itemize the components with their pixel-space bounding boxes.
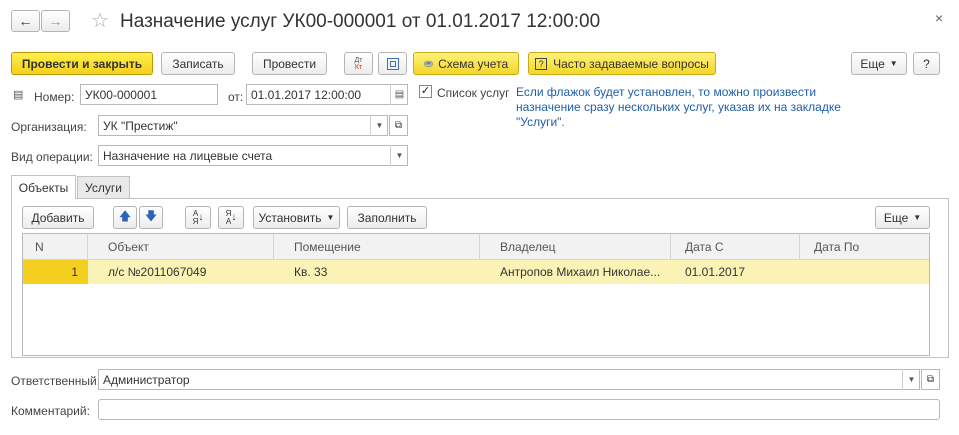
move-up-button[interactable]: 🡅 (113, 206, 137, 229)
chevron-down-icon[interactable]: ▼ (390, 145, 408, 166)
structure-icon (386, 57, 399, 70)
responsible-value: Администратор (103, 372, 190, 387)
org-label: Организация: (11, 120, 87, 134)
save-button[interactable]: Записать (161, 52, 235, 75)
window-title: Назначение услуг УК00-000001 от 01.01.20… (120, 11, 601, 32)
close-icon[interactable]: × (935, 10, 943, 26)
dt-kt-button[interactable]: Дт Кт (344, 52, 373, 75)
row-date-to[interactable] (800, 260, 931, 284)
sort-asc-button[interactable]: АЯ ↓ (185, 206, 211, 229)
chevron-down-icon: ▼ (889, 59, 898, 68)
column-n[interactable]: N (23, 234, 88, 260)
row-number-value: 1 (71, 265, 78, 279)
chevron-down-icon: ▼ (326, 213, 335, 222)
arrow-left-icon: ← (18, 13, 33, 29)
row-object[interactable]: л/с №2011067049 (88, 260, 274, 284)
document-icon: ▤ (13, 89, 24, 101)
faq-button[interactable]: ? Часто задаваемые вопросы (528, 52, 716, 75)
open-form-icon: ⧉ (926, 374, 935, 385)
column-owner[interactable]: Владелец (480, 234, 671, 260)
arrow-up-icon: 🡅 (118, 209, 132, 223)
open-form-icon: ⧉ (394, 120, 403, 131)
favorite-star-icon[interactable]: ☆ (91, 8, 109, 33)
org-open-button[interactable]: ⧉ (389, 115, 408, 136)
row-date-from[interactable]: 01.01.2017 (671, 260, 800, 284)
question-icon: ? (535, 57, 548, 70)
help-button[interactable]: ? (913, 52, 940, 75)
tab-objects[interactable]: Объекты (11, 175, 76, 199)
objects-table[interactable]: N Объект Помещение Владелец Дата С Дата … (22, 233, 930, 356)
forward-button[interactable]: → (41, 10, 70, 32)
table-row[interactable]: 1 л/с №2011067049 Кв. 33 Антропов Михаил… (23, 260, 929, 284)
operation-input[interactable]: Назначение на лицевые счета ▼ (98, 145, 408, 166)
back-button[interactable]: ← (11, 10, 40, 32)
date-value: 01.01.2017 12:00:00 (251, 87, 362, 102)
comment-input[interactable] (98, 399, 940, 420)
number-label: Номер: (34, 90, 75, 104)
services-list-label: Список услуг (437, 86, 510, 100)
chevron-down-icon[interactable]: ▼ (902, 369, 920, 390)
services-hint: Если флажок будет установлен, то можно п… (516, 85, 841, 129)
post-and-close-button[interactable]: Провести и закрыть (11, 52, 153, 75)
post-button[interactable]: Провести (252, 52, 327, 75)
services-list-checkbox[interactable]: ✓ (419, 85, 432, 98)
date-input[interactable]: 01.01.2017 12:00:00 ▤ (246, 84, 408, 105)
table-more-button[interactable]: Еще ▼ (875, 206, 930, 229)
move-down-button[interactable]: 🡇 (139, 206, 163, 229)
operation-label: Вид операции: (11, 150, 93, 164)
set-label: Установить (258, 210, 322, 225)
fill-button[interactable]: Заполнить (347, 206, 427, 229)
chevron-down-icon[interactable]: ▼ (370, 115, 388, 136)
table-more-label: Еще (883, 210, 909, 225)
scheme-icon: ⛂ (423, 58, 434, 70)
chevron-down-icon: ▼ (913, 213, 922, 222)
comment-label: Комментарий: (11, 404, 90, 418)
more-label: Еще (860, 56, 885, 71)
more-button[interactable]: Еще ▼ (851, 52, 907, 75)
column-date-from[interactable]: Дата С (671, 234, 800, 260)
org-value: УК "Престиж" (103, 118, 178, 133)
calendar-icon[interactable]: ▤ (390, 84, 408, 105)
add-button[interactable]: Добавить (22, 206, 94, 229)
arrow-down-icon: 🡇 (144, 209, 158, 223)
structure-button[interactable] (378, 52, 407, 75)
sort-desc-button[interactable]: ЯА ↓ (218, 206, 244, 229)
responsible-input[interactable]: Администратор ▼ (98, 369, 920, 390)
table-header: N Объект Помещение Владелец Дата С Дата … (23, 234, 929, 260)
dt-kt-icon: Дт Кт (354, 56, 363, 71)
faq-label: Часто задаваемые вопросы (553, 56, 709, 71)
responsible-open-button[interactable]: ⧉ (921, 369, 940, 390)
set-button[interactable]: Установить ▼ (253, 206, 340, 229)
row-room[interactable]: Кв. 33 (274, 260, 480, 284)
scheme-button[interactable]: ⛂ Схема учета (413, 52, 519, 75)
row-owner[interactable]: Антропов Михаил Николае... (480, 260, 671, 284)
column-object[interactable]: Объект (88, 234, 274, 260)
org-input[interactable]: УК "Престиж" ▼ (98, 115, 388, 136)
number-input[interactable]: УК00-000001 (80, 84, 218, 105)
scheme-label: Схема учета (438, 56, 509, 71)
operation-value: Назначение на лицевые счета (103, 148, 273, 163)
responsible-label: Ответственный: (11, 374, 101, 388)
row-number[interactable]: 1 (23, 260, 88, 284)
tab-services[interactable]: Услуги (77, 176, 130, 198)
column-room[interactable]: Помещение (274, 234, 480, 260)
arrow-right-icon: → (48, 13, 63, 29)
date-label: от: (228, 90, 244, 104)
column-date-to[interactable]: Дата По (800, 234, 931, 260)
